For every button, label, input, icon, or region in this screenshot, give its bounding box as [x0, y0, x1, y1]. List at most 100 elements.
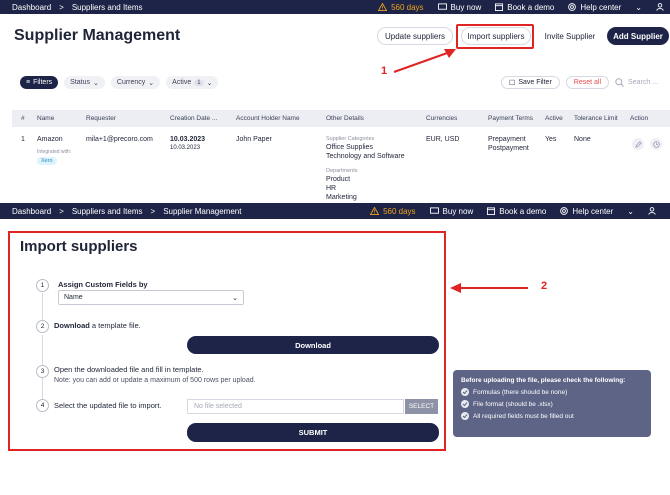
annotation-arrow-1: [393, 49, 456, 73]
import-title: Import suppliers: [20, 238, 138, 255]
filters-button[interactable]: ≡ Filters: [20, 76, 59, 89]
table-header: # Name Requester Creation Date ... Accou…: [12, 110, 670, 127]
currency-filter[interactable]: Currency ⌄: [110, 76, 161, 89]
select-file-button[interactable]: SELECT: [405, 399, 438, 414]
submit-button[interactable]: SUBMIT: [187, 423, 439, 442]
category-item: Office Supplies: [326, 144, 373, 151]
breadcrumb-separator: >: [150, 206, 156, 216]
step-connector: [42, 293, 43, 323]
user-icon[interactable]: [648, 207, 656, 215]
col-creation-date[interactable]: Creation Date ...: [170, 115, 217, 122]
file-input[interactable]: No file selected: [187, 399, 404, 414]
col-currencies[interactable]: Currencies: [426, 115, 457, 122]
step-3-note: Note: you can add or update a maximum of…: [54, 377, 256, 384]
warning-days: 560 days: [383, 206, 416, 216]
departments-header: Departments: [326, 168, 358, 174]
book-demo-link[interactable]: Book a demo: [487, 207, 546, 216]
col-requester[interactable]: Requester: [86, 115, 116, 122]
department-item: Marketing: [326, 194, 357, 201]
custom-fields-select[interactable]: Name ⌄: [58, 290, 244, 305]
download-button[interactable]: Download: [187, 336, 439, 354]
subscription-warning[interactable]: 560 days: [378, 3, 424, 12]
buy-now-link[interactable]: Buy now: [429, 207, 473, 216]
breadcrumb-separator: >: [59, 206, 64, 216]
filters-label: Filters: [33, 79, 53, 86]
step-1-number: 1: [36, 279, 49, 292]
chevron-down-icon[interactable]: ⌄: [627, 207, 634, 216]
book-demo-link[interactable]: Book a demo: [495, 3, 554, 12]
step-3-label: Open the downloaded file and fill in tem…: [54, 365, 204, 374]
payment-term: Prepayment: [488, 136, 526, 143]
breadcrumb-separator: >: [59, 2, 64, 12]
invite-supplier-button[interactable]: Invite Supplier: [539, 27, 601, 45]
check-icon: [461, 388, 469, 396]
import-suppliers-panel: Import suppliers 1 Assign Custom Fields …: [12, 233, 443, 449]
status-filter-label: Status: [70, 79, 91, 86]
import-steps: 1 Assign Custom Fields by Name ⌄ 2 Downl…: [16, 270, 443, 446]
tooltip-item: Formulas (there should be none): [461, 388, 643, 396]
buy-now-link[interactable]: Buy now: [437, 2, 482, 12]
table-row[interactable]: 1 Amazon Integrated with: Xero mila+1@pr…: [12, 127, 670, 203]
xero-badge: Xero: [37, 157, 57, 165]
active-filter-label: Active: [172, 79, 192, 86]
clock-icon[interactable]: [650, 138, 662, 150]
filter-icon: ≡: [26, 79, 31, 86]
status-filter[interactable]: Status ⌄: [64, 76, 105, 89]
lifebuoy-icon: [568, 3, 577, 11]
buy-now-label: Buy now: [450, 2, 482, 12]
cart-icon: [429, 207, 439, 215]
annotation-arrow-2: [450, 283, 528, 293]
breadcrumb-dashboard[interactable]: Dashboard: [12, 207, 51, 216]
requester-email: mila+1@precoro.com: [86, 136, 153, 143]
chevron-down-icon: ⌄: [148, 79, 155, 87]
breadcrumb-dashboard[interactable]: Dashboard: [12, 3, 51, 12]
annotation-label-2: 2: [541, 280, 548, 292]
breadcrumb: Dashboard > Suppliers and Items > Suppli…: [0, 207, 241, 216]
help-center-label: Help center: [572, 206, 614, 216]
active-filter-count: 1: [194, 79, 204, 86]
add-supplier-button[interactable]: Add Supplier: [607, 27, 669, 45]
breadcrumb-supplier-management[interactable]: Supplier Management: [163, 207, 241, 216]
subscription-warning[interactable]: 560 days: [370, 206, 416, 216]
department-item: HR: [326, 185, 337, 192]
search-field[interactable]: Search ...: [615, 78, 658, 87]
user-icon[interactable]: [656, 3, 664, 11]
help-center-link[interactable]: Help center: [568, 3, 621, 12]
reset-all-button[interactable]: Reset all: [565, 76, 610, 89]
col-num: #: [21, 115, 25, 122]
currencies-value: EUR, USD: [426, 136, 460, 143]
categories-header: Supplier Categories: [326, 136, 375, 142]
supplier-management-page: Supplier Management Update suppliers Imp…: [0, 14, 670, 203]
help-center-label: Help center: [580, 2, 622, 12]
supplier-name[interactable]: Amazon: [37, 136, 63, 143]
save-filter-button[interactable]: ☐ Save Filter: [501, 76, 560, 89]
chevron-down-icon[interactable]: ⌄: [635, 3, 642, 12]
book-demo-label: Book a demo: [507, 2, 555, 12]
warning-icon: [370, 207, 380, 215]
tooltip-title: Before uploading the file, please check …: [461, 377, 626, 384]
col-action: Action: [630, 115, 649, 122]
step-4-number: 4: [36, 399, 49, 412]
update-suppliers-button[interactable]: Update suppliers: [377, 27, 453, 45]
book-demo-label: Book a demo: [499, 206, 547, 216]
annotation-label-1: 1: [381, 65, 388, 77]
currency-filter-label: Currency: [116, 79, 146, 86]
col-account-holder[interactable]: Account Holder Name: [236, 115, 300, 122]
breadcrumb-suppliers-and-items[interactable]: Suppliers and Items: [72, 3, 143, 12]
page-title: Supplier Management: [14, 27, 181, 44]
payment-term: Postpayment: [488, 145, 529, 152]
highlight-box-import-button: [456, 24, 534, 49]
breadcrumb: Dashboard > Suppliers and Items: [0, 3, 143, 12]
step-2-label: Download a template file.: [54, 321, 141, 330]
col-name[interactable]: Name: [37, 115, 54, 122]
edit-icon[interactable]: [632, 138, 644, 150]
help-center-link[interactable]: Help center: [560, 207, 613, 216]
check-icon: [461, 400, 469, 408]
col-active: Active: [545, 115, 563, 122]
breadcrumb-suppliers-and-items[interactable]: Suppliers and Items: [72, 207, 143, 216]
category-item: Technology and Software: [326, 153, 405, 160]
active-filter[interactable]: Active 1 ⌄: [166, 76, 219, 89]
custom-fields-select-value: Name: [64, 294, 83, 301]
creation-date: 10.03.2023: [170, 136, 206, 143]
calendar-icon: [495, 3, 504, 11]
